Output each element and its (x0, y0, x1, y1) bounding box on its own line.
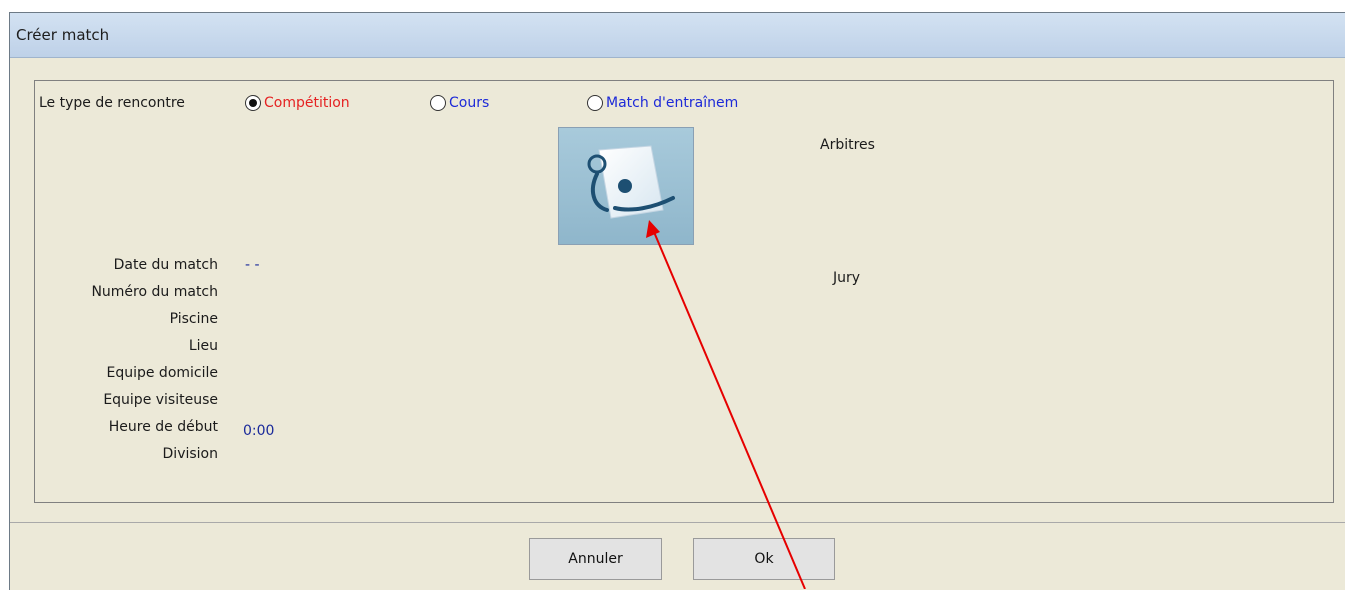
water-polo-logo-icon (587, 145, 675, 219)
title-bar: Créer match (10, 13, 1345, 58)
cancel-button[interactable]: Annuler (529, 538, 662, 580)
field-label: Equipe visiteuse (103, 392, 218, 408)
create-match-dialog: Créer match Le type de rencontre Compéti… (9, 12, 1345, 590)
date-value[interactable]: - - (245, 257, 260, 273)
field-label: Lieu (188, 338, 218, 354)
field-label: Equipe domicile (106, 365, 218, 381)
team-logo-image-button[interactable] (558, 127, 694, 245)
ok-button[interactable]: Ok (693, 538, 835, 580)
field-label: Date du match (113, 257, 218, 273)
window-title: Créer match (16, 26, 110, 44)
radio-competition[interactable]: Compétition (245, 95, 350, 111)
field-label: Piscine (169, 311, 218, 327)
match-type-label: Le type de rencontre (39, 95, 185, 111)
radio-circle-icon (430, 95, 446, 111)
radio-cours-label: Cours (449, 95, 490, 111)
start-time-value[interactable]: 0:00 (243, 423, 274, 439)
radio-circle-icon (245, 95, 261, 111)
radio-competition-label: Compétition (264, 95, 350, 111)
field-label: Division (162, 446, 218, 462)
field-label: Numéro du match (91, 284, 218, 300)
button-bar-separator (10, 522, 1345, 523)
radio-match-entrainement-label: Match d'entraînem (606, 95, 739, 111)
radio-circle-icon (587, 95, 603, 111)
radio-cours[interactable]: Cours (430, 95, 489, 111)
jury-label: Jury (833, 270, 861, 286)
arbitres-label: Arbitres (820, 137, 875, 153)
radio-match-entrainement[interactable]: Match d'entraînem (587, 95, 738, 111)
field-label: Heure de début (108, 419, 218, 435)
